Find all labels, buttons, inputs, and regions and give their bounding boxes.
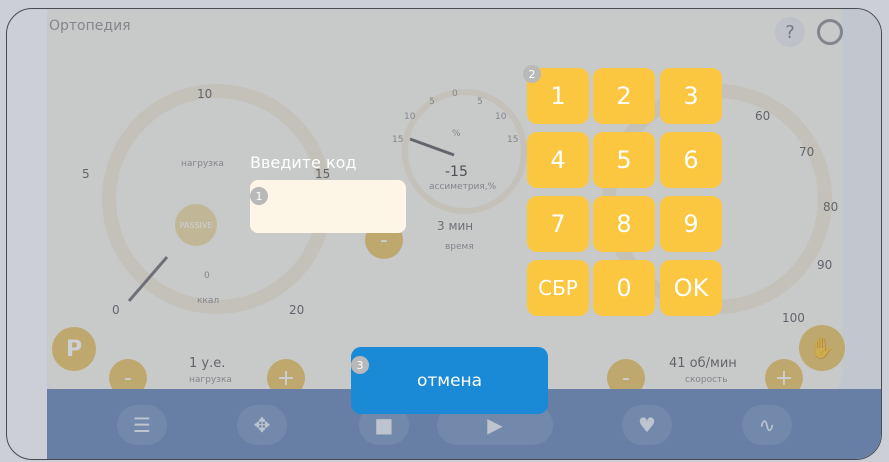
code-input[interactable] [250,180,406,233]
heart-icon[interactable]: ♥ [622,405,672,445]
help-icon[interactable]: ? [775,17,805,47]
asym-label: ассиметрия,% [429,182,497,192]
kcal-label: ккал [197,296,220,306]
time-label: время [445,242,474,252]
gear-icon[interactable] [817,19,843,45]
stop-hand-icon[interactable]: ✋ [799,325,845,371]
speed-control-value: 41 об/мин [669,356,737,371]
load-tick-5: 5 [82,167,90,181]
load-tick-10: 10 [197,87,213,101]
speed-tick-80: 80 [823,200,839,214]
asym-needle [409,137,455,157]
speed-gauge [602,84,832,314]
load-label: нагрузка [181,159,224,169]
step-badge-1: 1 [250,187,268,205]
main-panel: Ортопедия ? 10 5 15 0 20 нагрузка PASSIV… [47,9,845,401]
asym-tick-10l: 10 [404,112,416,122]
asym-tick-0: 0 [452,89,458,99]
asym-tick-5l: 5 [429,97,435,107]
code-prompt: Введите код [250,153,357,172]
step-badge-3: 3 [351,356,369,374]
speed-tick-90: 90 [817,258,833,272]
app-title: Ортопедия [49,18,131,34]
load-control-label: нагрузка [189,375,232,385]
parking-icon[interactable]: P [52,327,96,371]
chart-icon[interactable]: ∿ [742,405,792,445]
move-icon[interactable]: ✥ [237,405,287,445]
load-needle [127,256,169,302]
asym-tick-15r: 15 [507,135,519,145]
speed-tick-60: 60 [755,109,771,123]
kcal-value: 0 [204,271,210,281]
speed-tick-70: 70 [799,145,815,159]
time-value: 3 мин [437,219,474,233]
cancel-button[interactable]: отмена [351,347,548,414]
asym-tick-10r: 10 [495,112,507,122]
speed-control-label: скорость [685,375,728,385]
sliders-icon[interactable]: ☰ [117,405,167,445]
load-tick-20: 20 [289,303,305,317]
asym-tick-5r: 5 [477,97,483,107]
speed-tick-100: 100 [782,311,805,325]
asym-value: -15 [445,164,468,180]
load-control-value: 1 у.е. [189,356,226,371]
